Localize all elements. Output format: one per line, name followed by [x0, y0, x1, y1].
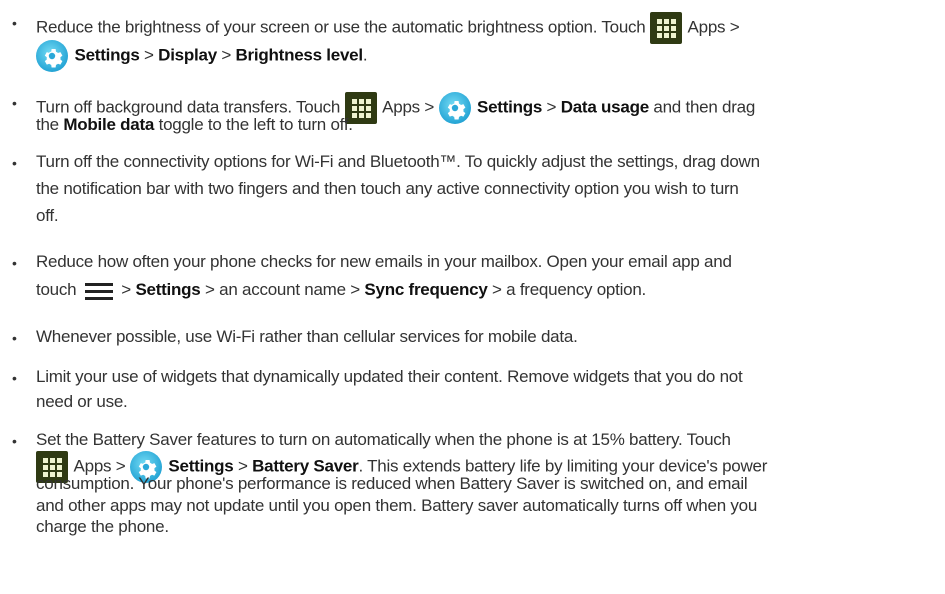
tip-text: Turn off background data transfers. Touc…: [36, 97, 345, 117]
tip-line: Settings > Display > Brightness level.: [36, 40, 368, 72]
tip-text: > a frequency option.: [487, 280, 647, 299]
tip-text: Reduce the brightness of your screen or …: [36, 17, 650, 37]
bullet: •: [12, 95, 17, 111]
tip-text: the notification bar with two fingers an…: [36, 179, 739, 198]
tip-line: the Mobile data toggle to the left to tu…: [36, 115, 353, 135]
tip-text: >: [542, 97, 561, 117]
tip-text: .: [362, 45, 368, 65]
ui-path-term: Settings: [74, 45, 140, 65]
tip-line: Limit your use of widgets that dynamical…: [36, 367, 743, 387]
tip-line: touch > Settings > an account name > Syn…: [36, 280, 646, 301]
tip-text: need or use.: [36, 392, 128, 411]
tip-text: and other apps may not update until you …: [36, 496, 758, 515]
tip-text: Apps >: [683, 17, 740, 37]
tip-text: consumption. Your phone's performance is…: [36, 474, 748, 493]
tip-text: >: [139, 45, 159, 65]
tip-line: Set the Battery Saver features to turn o…: [36, 430, 731, 450]
menu-icon: [84, 281, 113, 301]
tip-text: > an account name >: [200, 280, 365, 299]
tip-text: charge the phone.: [36, 517, 169, 536]
ui-path-term: Sync frequency: [364, 280, 488, 299]
bullet: •: [12, 433, 17, 449]
tip-text: Turn off the connectivity options for Wi…: [36, 152, 760, 171]
tip-text: toggle to the left to turn off.: [154, 115, 353, 134]
ui-path-term: Settings: [168, 456, 234, 476]
tip-line: Whenever possible, use Wi-Fi rather than…: [36, 327, 578, 347]
bullet: •: [12, 155, 17, 171]
ui-path-term: Mobile data: [63, 115, 155, 134]
tip-text: >: [233, 456, 253, 476]
bullet: •: [12, 15, 17, 31]
tip-text: Set the Battery Saver features to turn o…: [36, 430, 731, 449]
tip-text: Apps >: [378, 97, 439, 117]
tip-text: >: [116, 280, 136, 299]
tip-text: >: [216, 45, 236, 65]
bullet: •: [12, 255, 17, 271]
tip-line: Turn off the connectivity options for Wi…: [36, 152, 760, 172]
tip-text: and then drag: [648, 97, 756, 117]
tip-line: and other apps may not update until you …: [36, 496, 757, 516]
ui-path-term: Battery Saver: [252, 456, 359, 476]
apps-grid-icon: [649, 12, 682, 44]
ui-path-term: Display: [158, 45, 217, 65]
ui-path-term: Settings: [477, 97, 543, 117]
settings-gear-icon: [36, 40, 68, 72]
tip-text: off.: [36, 206, 59, 225]
tip-text: Apps >: [70, 456, 130, 476]
tip-text: Reduce how often your phone checks for n…: [36, 252, 732, 271]
tip-text: the: [36, 115, 64, 134]
tip-text: Whenever possible, use Wi-Fi rather than…: [36, 327, 578, 346]
tip-line: consumption. Your phone's performance is…: [36, 474, 748, 494]
ui-path-term: Data usage: [560, 97, 649, 117]
ui-path-term: Brightness level: [235, 45, 364, 65]
bullet: •: [12, 370, 17, 386]
tip-text: touch: [36, 280, 81, 299]
tip-line: the notification bar with two fingers an…: [36, 179, 739, 199]
ui-path-term: Settings: [135, 280, 201, 299]
tip-text: . This extends battery life by limiting …: [358, 456, 768, 476]
tip-line: off.: [36, 206, 59, 226]
tip-line: Reduce how often your phone checks for n…: [36, 252, 732, 272]
bullet: •: [12, 330, 17, 346]
tip-line: need or use.: [36, 392, 128, 412]
tip-line: charge the phone.: [36, 517, 169, 537]
settings-gear-icon: [438, 92, 471, 124]
tip-text: Limit your use of widgets that dynamical…: [36, 367, 743, 386]
